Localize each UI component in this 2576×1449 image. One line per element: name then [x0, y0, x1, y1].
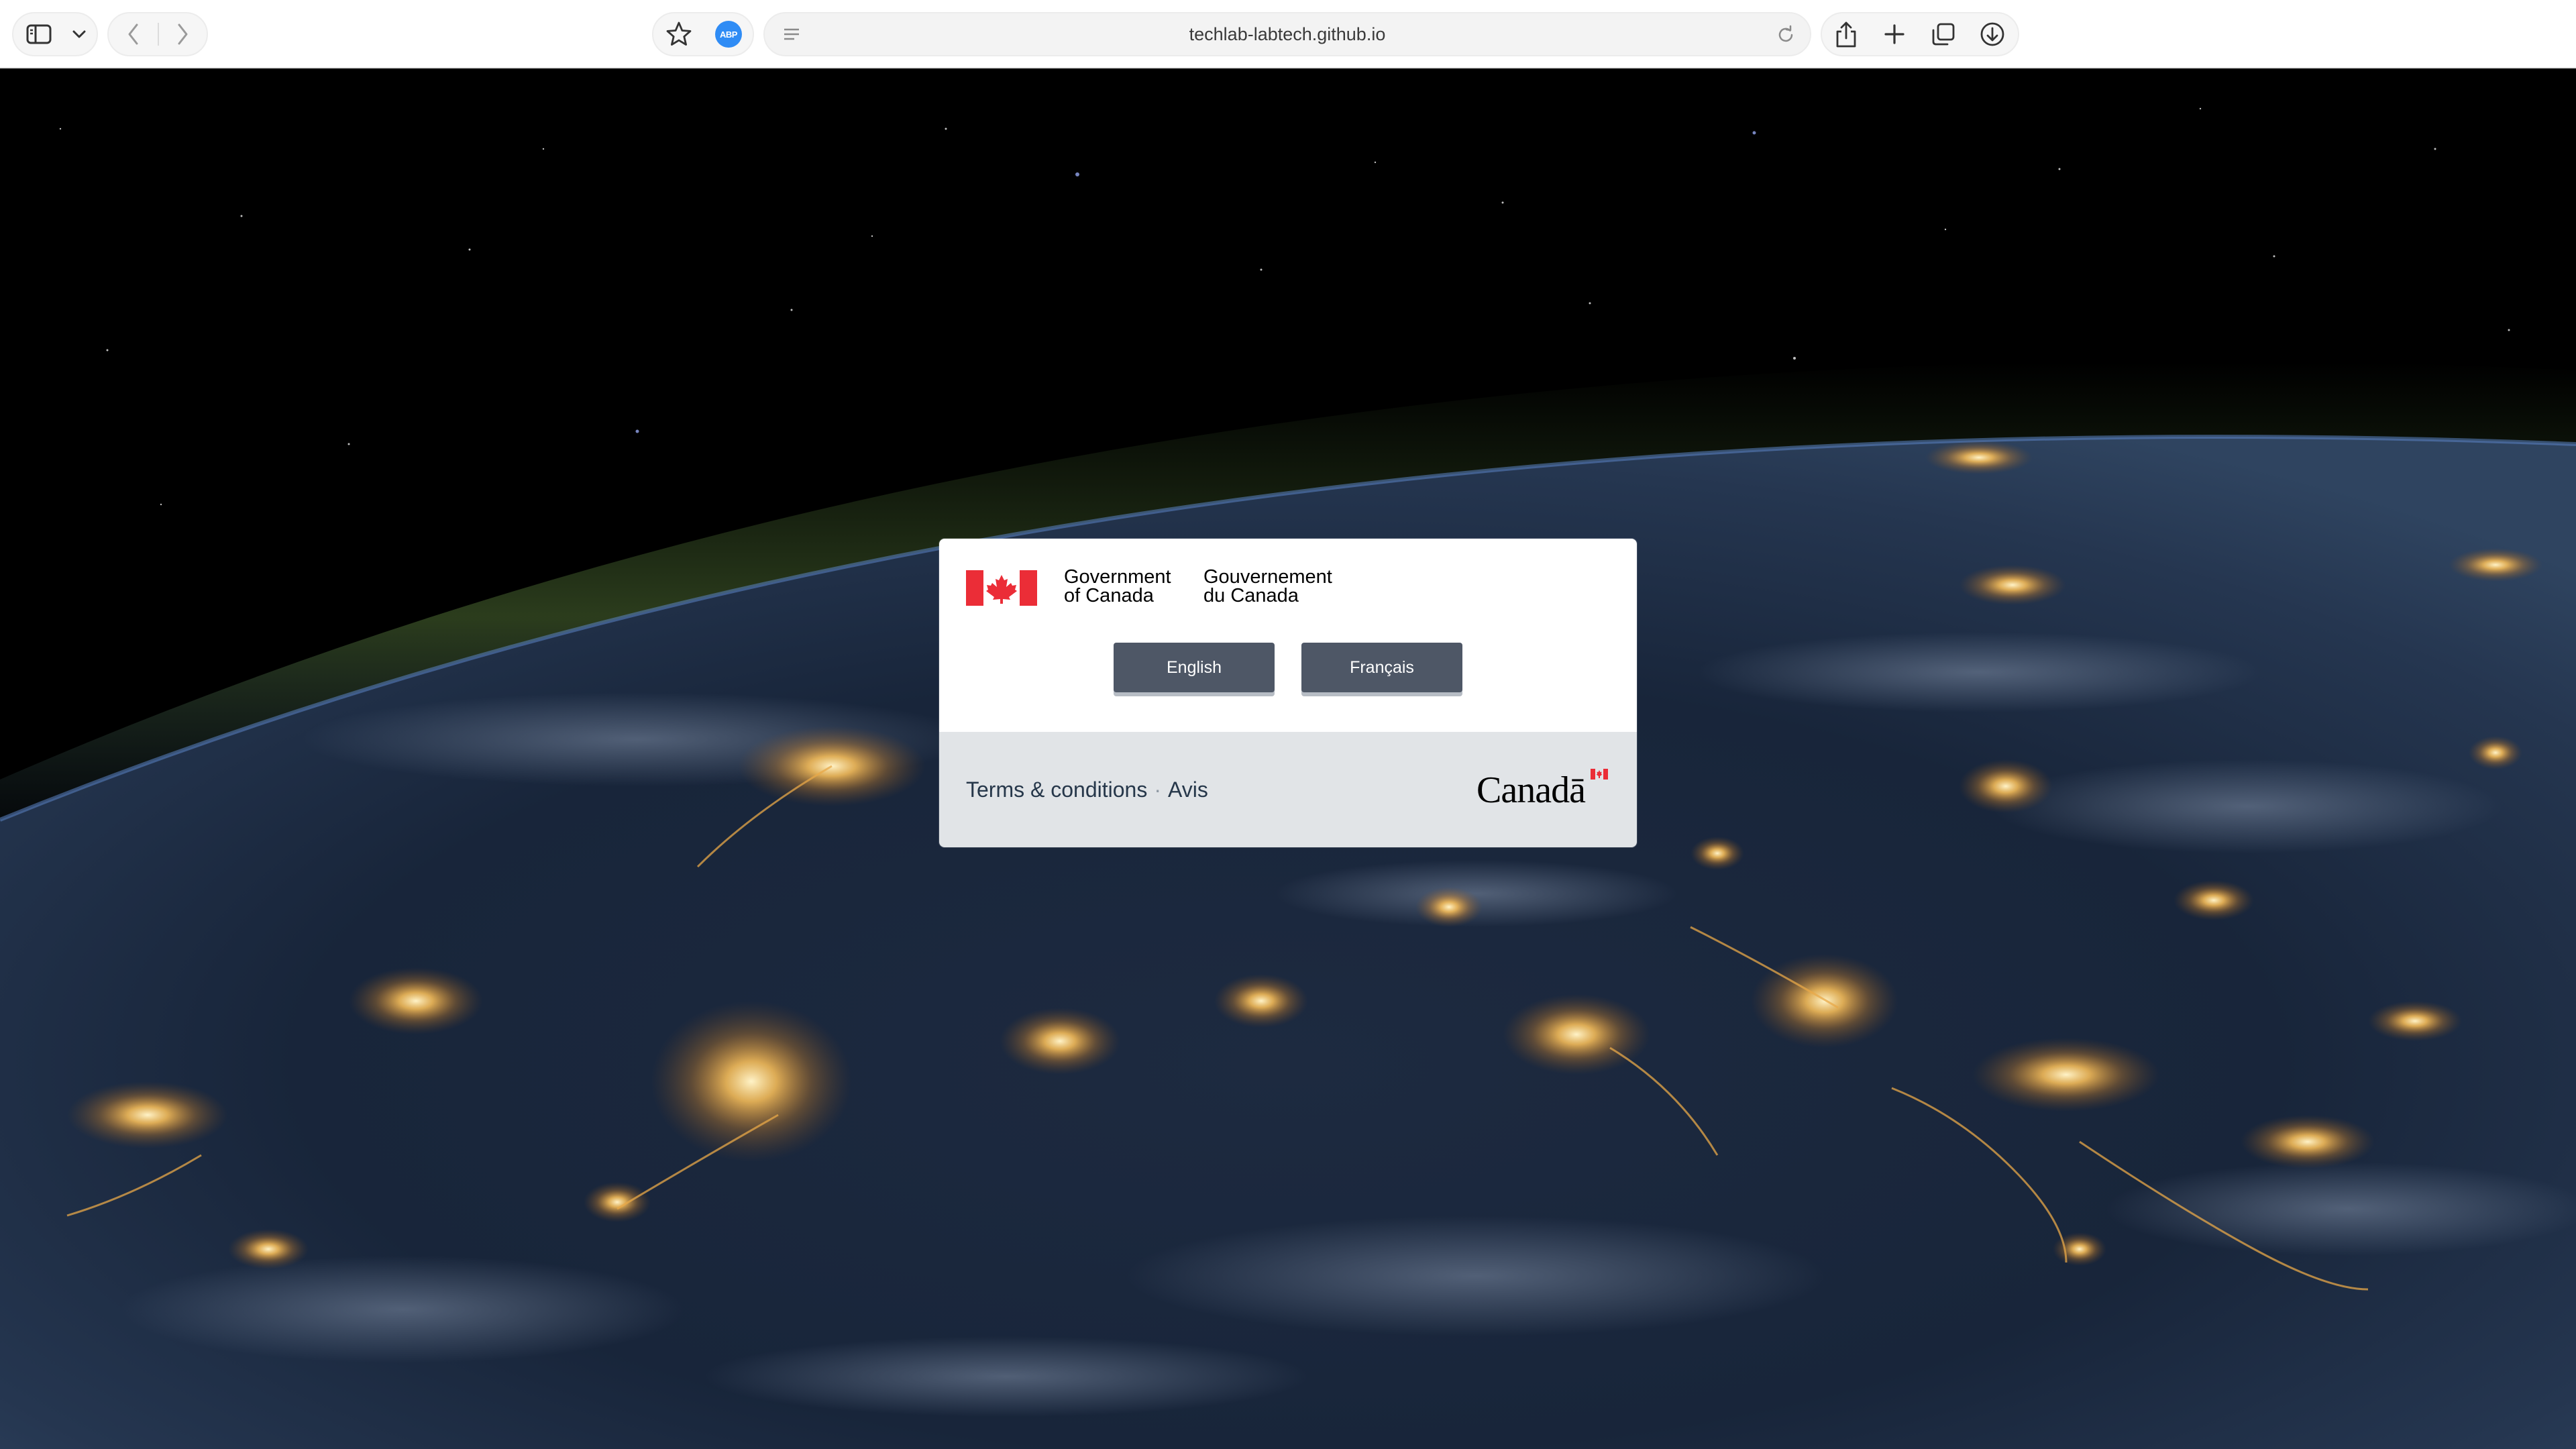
download-icon[interactable]	[1968, 13, 2017, 55]
card-header: Government of Canada Gouvernement du Can…	[939, 539, 1637, 732]
url-text[interactable]: techlab-labtech.github.io	[765, 13, 1810, 55]
french-button[interactable]: Français	[1301, 643, 1462, 692]
share-icon[interactable]	[1822, 13, 1870, 55]
star-icon[interactable]	[653, 13, 704, 55]
tab-overview-icon[interactable]	[1919, 13, 1968, 55]
history-nav-group	[107, 12, 208, 56]
signature-english: Government of Canada	[1064, 566, 1171, 606]
address-bar[interactable]: techlab-labtech.github.io	[763, 12, 1811, 56]
signature-english-line-2: of Canada	[1064, 585, 1154, 606]
link-separator: ·	[1154, 777, 1161, 802]
terms-conditions-link[interactable]: Terms & conditions	[966, 777, 1147, 802]
browser-toolbar: ABP techlab-labtech.github.io	[0, 0, 2576, 68]
forward-arrow-icon[interactable]	[159, 13, 207, 55]
canada-wordmark-text: Canadā	[1477, 769, 1586, 811]
adblock-plus-badge: ABP	[715, 21, 742, 48]
language-splash-card: Government of Canada Gouvernement du Can…	[939, 539, 1637, 847]
english-button[interactable]: English	[1114, 643, 1275, 692]
extension-group: ABP	[652, 12, 754, 56]
signature-french: Gouvernement du Canada	[1203, 566, 1332, 606]
canada-flag-icon	[966, 570, 1037, 606]
actions-group	[1821, 12, 2019, 56]
footer-links: Terms & conditions · Avis	[966, 776, 1208, 803]
signature-english-line-1: Government	[1064, 566, 1171, 588]
signature-french-line-1: Gouvernement	[1203, 566, 1332, 588]
avis-link[interactable]: Avis	[1168, 777, 1208, 802]
back-arrow-icon[interactable]	[109, 13, 158, 55]
wordmark-flag-icon	[1591, 769, 1608, 780]
chevron-down-icon[interactable]	[64, 13, 94, 55]
adblock-plus-icon[interactable]: ABP	[704, 13, 753, 55]
plus-icon[interactable]	[1870, 13, 1919, 55]
signature-french-line-2: du Canada	[1203, 585, 1299, 606]
canada-wordmark: Canadā	[1477, 769, 1611, 809]
sidebar-toggle-group[interactable]	[12, 12, 98, 56]
sidebar-icon[interactable]	[13, 13, 64, 55]
reload-icon[interactable]	[1775, 24, 1796, 46]
page-viewport: Government of Canada Gouvernement du Can…	[0, 68, 2576, 1449]
